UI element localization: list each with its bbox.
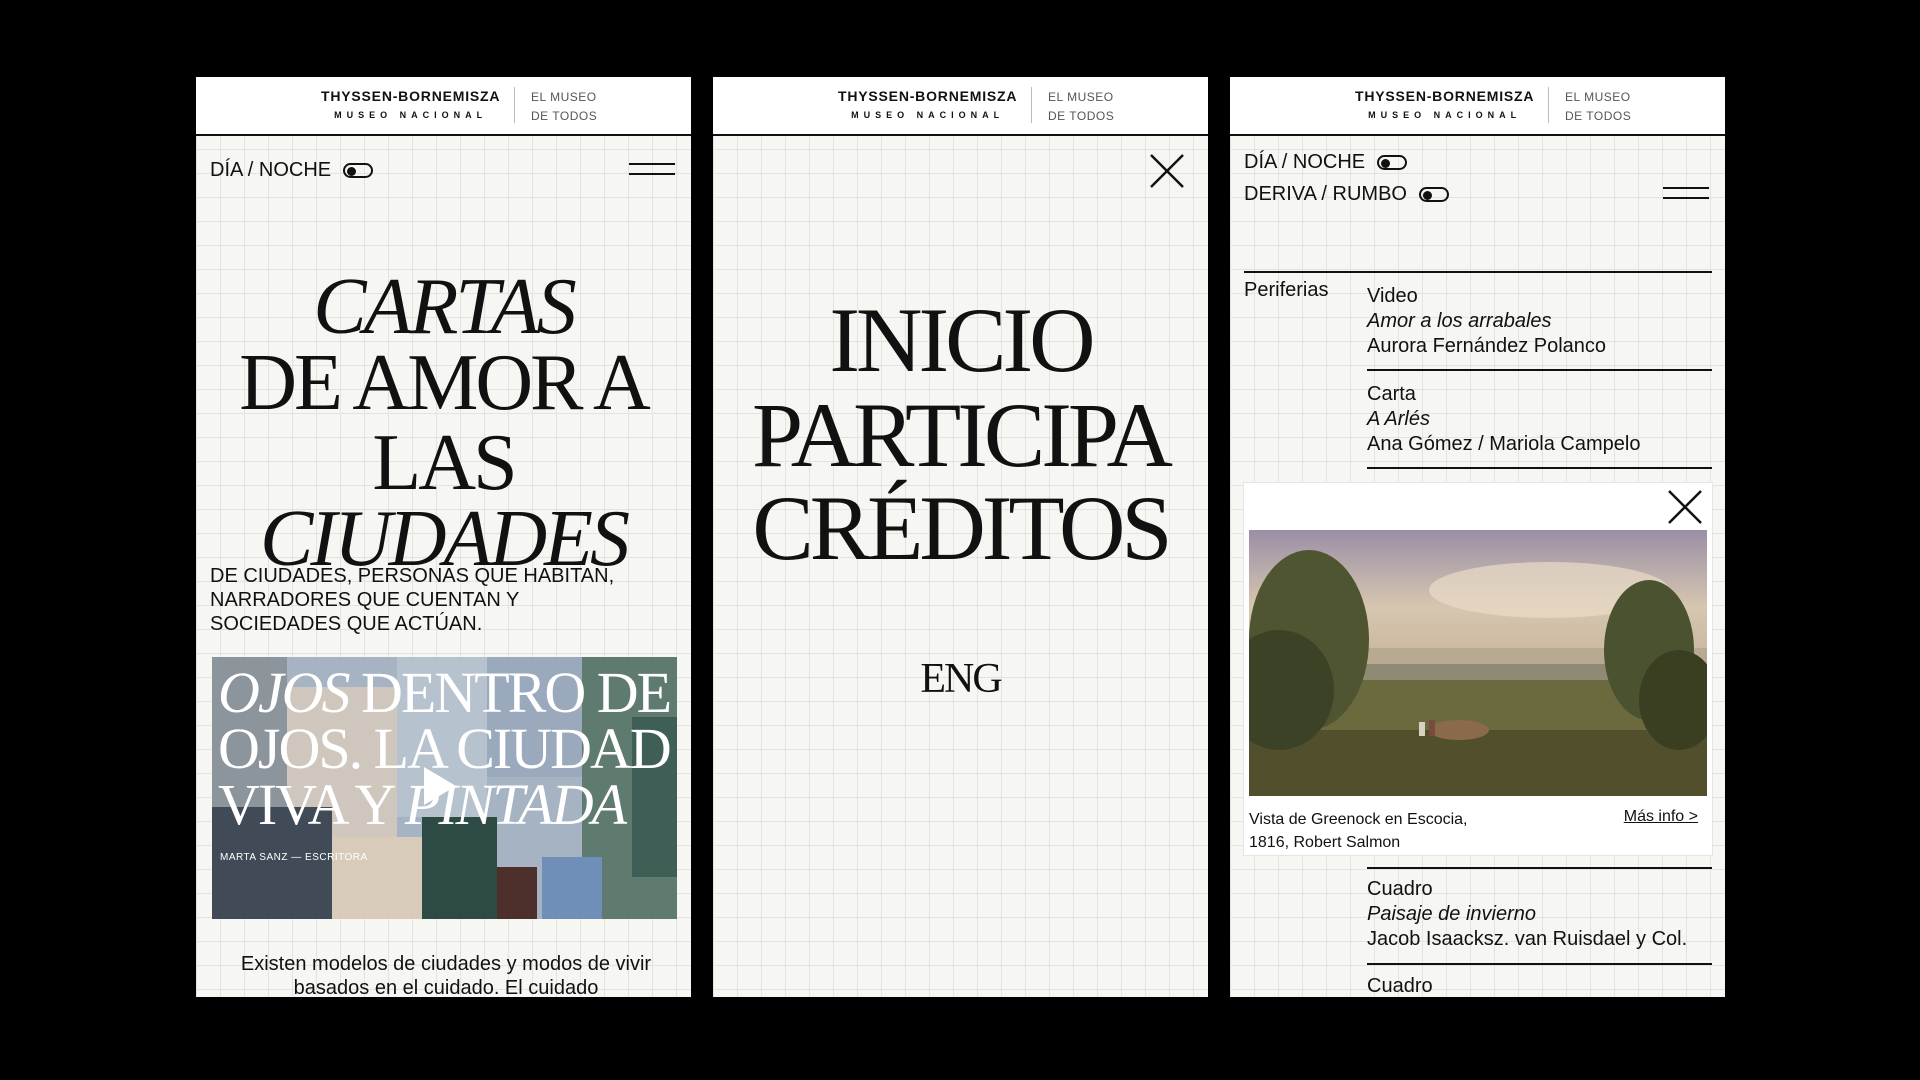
site-header: THYSSEN-BORNEMISZA MUSEO NACIONAL EL MUS… xyxy=(1230,77,1725,136)
list-item[interactable]: Cuadro xyxy=(1367,974,1433,997)
entry-type: Video xyxy=(1367,285,1418,307)
page-title: CARTAS DE AMOR A LAS CIUDADES xyxy=(196,267,691,579)
day-night-toggle[interactable] xyxy=(343,163,374,178)
intro-lede: DE CIUDADES, PERSONAS QUE HABITAN, NARRA… xyxy=(210,565,615,635)
list-item[interactable]: Cuadro Paisaje de invierno Jacob Isaacks… xyxy=(1367,877,1687,952)
more-info-link[interactable]: Más info > xyxy=(1624,808,1698,826)
deriva-rumbo-label: DERIVA / RUMBO xyxy=(1244,183,1407,205)
menu-icon[interactable] xyxy=(629,163,675,177)
day-night-label: DÍA / NOCHE xyxy=(210,159,332,181)
brand-subtitle: MUSEO NACIONAL xyxy=(851,110,1005,120)
brand-tagline: EL MUSEO DE TODOS xyxy=(1048,88,1114,126)
brand-tagline: EL MUSEO DE TODOS xyxy=(531,88,597,126)
entry-type: Cuadro xyxy=(1367,975,1433,997)
caption-line2: 1816, Robert Salmon xyxy=(1249,834,1401,851)
screen-periferias: THYSSEN-BORNEMISZA MUSEO NACIONAL EL MUS… xyxy=(1230,77,1725,997)
brand-name: THYSSEN-BORNEMISZA xyxy=(321,88,501,104)
entry-author: Jacob Isaacksz. van Ruisdael y Col. xyxy=(1367,928,1688,950)
brand-logo[interactable]: THYSSEN-BORNEMISZA MUSEO NACIONAL xyxy=(838,88,1017,120)
brand-logo[interactable]: THYSSEN-BORNEMISZA MUSEO NACIONAL xyxy=(321,88,500,120)
entry-type: Cuadro xyxy=(1367,878,1433,900)
brand-tagline: EL MUSEO DE TODOS xyxy=(1565,88,1631,126)
brand-name: THYSSEN-BORNEMISZA xyxy=(1355,88,1535,104)
entry-divider xyxy=(1367,963,1712,965)
deriva-rumbo-toggle-row: DERIVA / RUMBO xyxy=(1244,183,1449,206)
entry-author: Aurora Fernández Polanco xyxy=(1367,335,1607,357)
menu-icon[interactable] xyxy=(1663,187,1709,201)
video-player[interactable]: OJOS DENTRO DE OJOS. LA CIUDAD VIVA Y PI… xyxy=(212,657,677,919)
entry-divider xyxy=(1367,369,1712,371)
video-credit: MARTA SANZ — ESCRITORA xyxy=(220,852,368,863)
title-line2: DE AMOR A LAS xyxy=(239,339,651,507)
site-header: THYSSEN-BORNEMISZA MUSEO NACIONAL EL MUS… xyxy=(713,77,1208,136)
entry-title: Paisaje de invierno xyxy=(1367,903,1536,925)
brand-subtitle: MUSEO NACIONAL xyxy=(1368,110,1522,120)
brand-logo[interactable]: THYSSEN-BORNEMISZA MUSEO NACIONAL xyxy=(1355,88,1534,120)
close-icon[interactable] xyxy=(1149,153,1185,189)
video-title-part3: VIVA Y xyxy=(218,772,405,837)
tagline-line2: DE TODOS xyxy=(531,109,598,123)
tagline-line1: EL MUSEO xyxy=(1565,90,1631,104)
screen-home: THYSSEN-BORNEMISZA MUSEO NACIONAL EL MUS… xyxy=(196,77,691,997)
day-night-label: DÍA / NOCHE xyxy=(1244,151,1366,173)
tagline-line1: EL MUSEO xyxy=(531,90,597,104)
site-header: THYSSEN-BORNEMISZA MUSEO NACIONAL EL MUS… xyxy=(196,77,691,136)
menu-item-participa[interactable]: PARTICIPA xyxy=(713,382,1208,488)
caption-line1: Vista de Greenock en Escocia, xyxy=(1249,811,1468,828)
title-line1: CARTAS xyxy=(313,263,577,351)
entry-title: Amor a los arrabales xyxy=(1367,310,1552,332)
day-night-toggle-row: DÍA / NOCHE xyxy=(210,159,374,182)
section-divider xyxy=(1244,271,1712,273)
brand-name: THYSSEN-BORNEMISZA xyxy=(838,88,1018,104)
menu-item-inicio[interactable]: INICIO xyxy=(713,287,1208,393)
section-label: Periferias xyxy=(1244,279,1329,301)
deriva-rumbo-toggle[interactable] xyxy=(1419,187,1449,202)
language-switch[interactable]: ENG xyxy=(713,655,1208,703)
video-title: OJOS DENTRO DE OJOS. LA CIUDAD VIVA Y PI… xyxy=(218,664,672,834)
day-night-toggle[interactable] xyxy=(1377,155,1408,170)
list-item[interactable]: Carta A Arlés Ana Gómez / Mariola Campel… xyxy=(1367,382,1640,457)
tagline-line1: EL MUSEO xyxy=(1048,90,1114,104)
tagline-line2: DE TODOS xyxy=(1565,109,1632,123)
brand-subtitle: MUSEO NACIONAL xyxy=(334,110,488,120)
artwork-caption: Vista de Greenock en Escocia, 1816, Robe… xyxy=(1249,808,1529,854)
list-item[interactable]: Video Amor a los arrabales Aurora Fernán… xyxy=(1367,284,1606,359)
menu-item-creditos[interactable]: CRÉDITOS xyxy=(713,475,1208,581)
brand-divider xyxy=(1031,87,1032,123)
brand-divider xyxy=(514,87,515,123)
entry-type: Carta xyxy=(1367,383,1416,405)
brand-divider xyxy=(1548,87,1549,123)
entry-divider xyxy=(1367,867,1712,869)
close-icon[interactable] xyxy=(1667,489,1703,525)
entry-divider xyxy=(1367,467,1712,469)
artwork-popup: Vista de Greenock en Escocia, 1816, Robe… xyxy=(1244,483,1712,855)
day-night-toggle-row: DÍA / NOCHE xyxy=(1244,151,1408,174)
play-icon[interactable] xyxy=(422,765,458,807)
screen-menu: THYSSEN-BORNEMISZA MUSEO NACIONAL EL MUS… xyxy=(713,77,1208,997)
body-text: Existen modelos de ciudades y modos de v… xyxy=(240,953,652,997)
artwork-image[interactable] xyxy=(1249,530,1707,796)
tagline-line2: DE TODOS xyxy=(1048,109,1115,123)
entry-author: Ana Gómez / Mariola Campelo xyxy=(1367,433,1641,455)
entry-title: A Arlés xyxy=(1367,408,1430,430)
